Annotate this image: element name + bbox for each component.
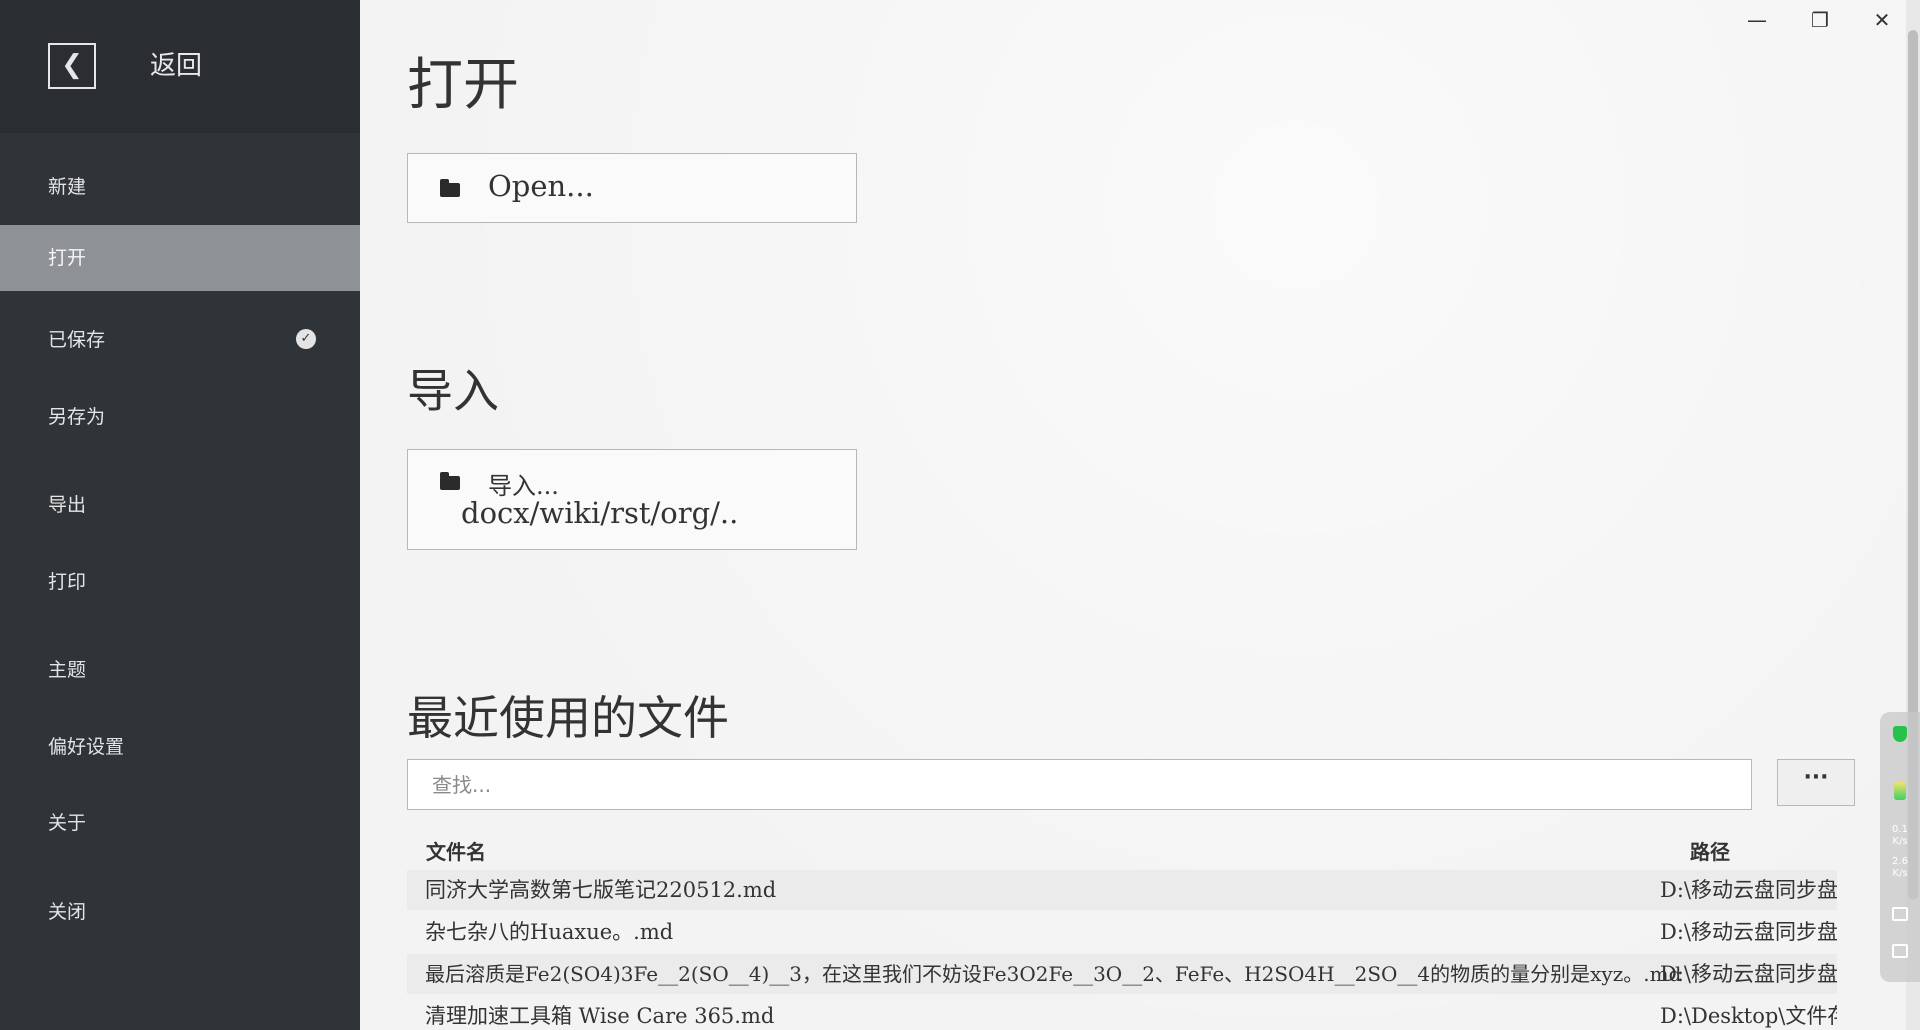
sidebar-item-label: 偏好设置 [48, 736, 125, 758]
sidebar-item-label: 关于 [48, 812, 87, 834]
open-button-label: Open... [488, 169, 594, 203]
back-label[interactable]: 返回 [150, 48, 202, 84]
sidebar-item-about[interactable]: 关于 [0, 790, 360, 856]
gauge-icon [1894, 782, 1906, 800]
sidebar-item-print[interactable]: 打印 [0, 549, 360, 615]
sidebar-item-label: 打印 [48, 571, 87, 593]
minimize-button[interactable]: — [1729, 4, 1785, 36]
back-area[interactable]: ❮ 返回 [0, 0, 360, 133]
more-options-button[interactable]: ··· [1777, 759, 1855, 806]
search-input[interactable] [407, 759, 1752, 810]
sidebar-item-export[interactable]: 导出 [0, 472, 360, 538]
file-path: D:\Desktop\文件存 [1660, 1004, 1837, 1028]
sidebar-item-label: 导出 [48, 494, 87, 516]
upload-rate: 0.1 [1892, 824, 1908, 835]
column-header-path[interactable]: 路径 [1690, 836, 1730, 865]
file-name: 杂七杂八的Huaxue。.md [425, 920, 674, 944]
sidebar-item-label: 新建 [48, 176, 87, 198]
file-name: 清理加速工具箱 Wise Care 365.md [425, 1004, 775, 1028]
check-circle-icon: ✓ [296, 329, 316, 349]
table-row[interactable]: 清理加速工具箱 Wise Care 365.md D:\Desktop\文件存 [407, 996, 1837, 1030]
download-unit: K/s [1892, 868, 1908, 879]
sidebar-item-label: 另存为 [48, 406, 106, 428]
download-rate: 2.6 [1892, 856, 1908, 867]
main-panel: — ❐ ✕ 打开 Open... 导入 导入... docx/wiki/rst/… [360, 0, 1920, 1030]
search-icon[interactable] [1892, 944, 1908, 958]
chart-icon[interactable] [1892, 907, 1908, 921]
import-title: 导入 [407, 364, 499, 418]
table-row[interactable]: 同济大学高数第七版笔记220512.md D:\移动云盘同步盘\ [407, 870, 1837, 910]
sidebar-item-close[interactable]: 关闭 [0, 879, 360, 945]
sidebar-item-new[interactable]: 新建 [0, 154, 360, 220]
sidebar-item-preferences[interactable]: 偏好设置 [0, 714, 360, 780]
folder-icon [440, 472, 460, 490]
import-button-formats: docx/wiki/rst/org/.. [461, 496, 739, 530]
column-header-filename[interactable]: 文件名 [426, 836, 486, 865]
sidebar-item-label: 打开 [48, 247, 87, 269]
restore-button[interactable]: ❐ [1792, 4, 1848, 36]
file-path: D:\移动云盘同步盘\ [1660, 962, 1837, 986]
sidebar-item-label: 主题 [48, 659, 87, 681]
recent-files-title: 最近使用的文件 [407, 691, 729, 745]
folder-icon [440, 179, 460, 197]
sidebar-item-save-as[interactable]: 另存为 [0, 384, 360, 450]
table-row[interactable]: 杂七杂八的Huaxue。.md D:\移动云盘同步盘\ [407, 912, 1837, 952]
table-row[interactable]: 最后溶质是Fe2(SO4)3Fe__2(SO__4)__3，在这里我们不妨设Fe… [407, 954, 1837, 994]
close-button[interactable]: ✕ [1854, 4, 1910, 36]
file-name: 最后溶质是Fe2(SO4)3Fe__2(SO__4)__3，在这里我们不妨设Fe… [425, 962, 1682, 986]
sidebar-item-saved[interactable]: 已保存 ✓ [0, 307, 360, 373]
sidebar-item-open[interactable]: 打开 [0, 225, 360, 291]
sidebar-item-theme[interactable]: 主题 [0, 637, 360, 703]
file-path: D:\移动云盘同步盘\ [1660, 920, 1837, 944]
sidebar-item-label: 已保存 [48, 329, 106, 351]
file-name: 同济大学高数第七版笔记220512.md [425, 878, 777, 902]
import-button[interactable]: 导入... docx/wiki/rst/org/.. [407, 449, 857, 550]
open-title: 打开 [407, 53, 519, 118]
upload-unit: K/s [1892, 836, 1908, 847]
shield-icon [1893, 726, 1907, 742]
sidebar: ❮ 返回 新建 打开 已保存 ✓ 另存为 导出 打印 主题 偏好设置 关于 关闭 [0, 0, 360, 1030]
network-speed-widget[interactable]: 0.1 K/s 2.6 K/s [1880, 712, 1920, 982]
sidebar-item-label: 关闭 [48, 901, 87, 923]
file-path: D:\移动云盘同步盘\ [1660, 878, 1837, 902]
chevron-left-icon[interactable]: ❮ [48, 43, 96, 89]
open-button[interactable]: Open... [407, 153, 857, 223]
